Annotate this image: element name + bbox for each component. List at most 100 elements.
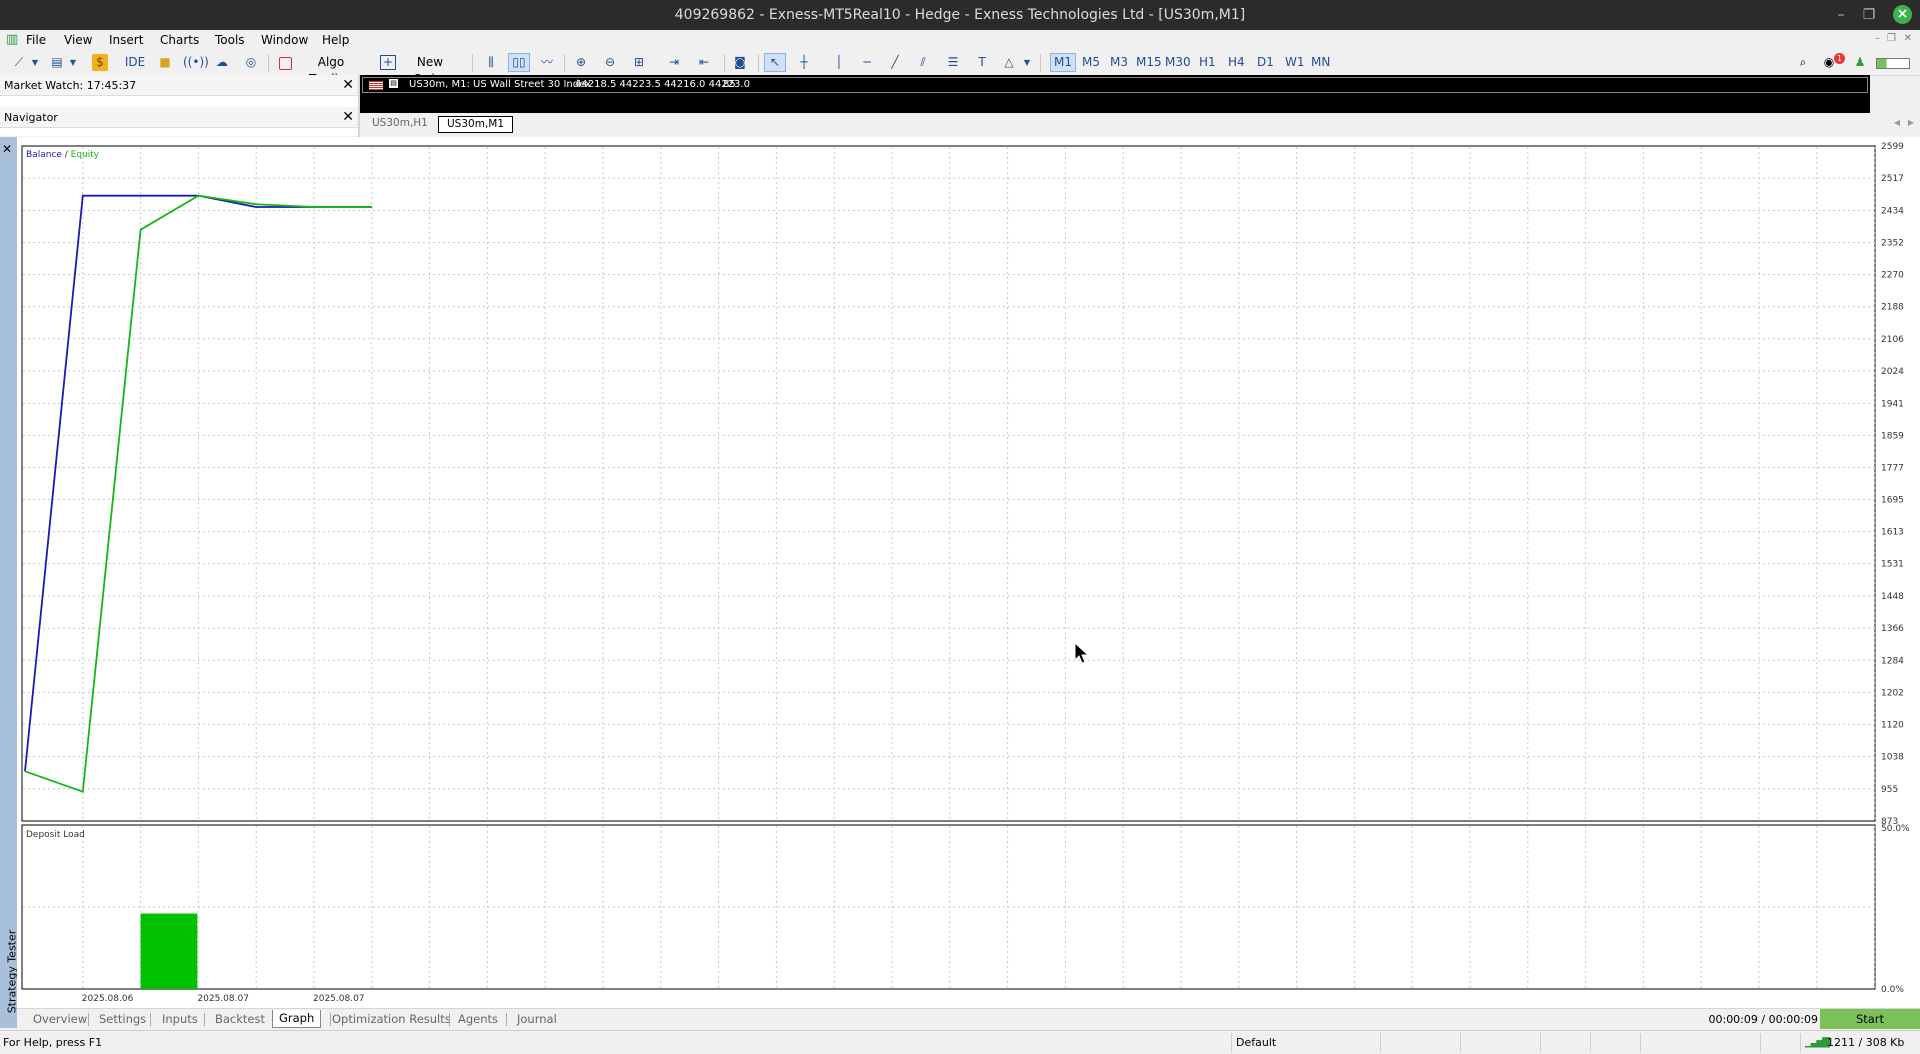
vertical-line-icon[interactable]: │ xyxy=(830,54,848,71)
y-axis-label: 2024 xyxy=(1881,367,1904,377)
mdi-minimize-icon[interactable]: – xyxy=(1875,33,1880,44)
timeframe-mn[interactable]: MN xyxy=(1308,54,1333,71)
zoom-out-icon[interactable]: ⊖ xyxy=(601,54,619,71)
window-title: 409269862 - Exness-MT5Real10 - Hedge - E… xyxy=(674,7,1246,23)
signals-icon[interactable]: ((•)) xyxy=(183,54,209,71)
cloud-icon[interactable]: ☁ xyxy=(213,54,231,71)
menu-help[interactable]: Help xyxy=(322,33,349,47)
menu-charts[interactable]: Charts xyxy=(160,33,199,47)
chevron-down-icon[interactable]: ▼ xyxy=(68,54,78,71)
bar-chart-icon[interactable]: ⫼ xyxy=(482,54,500,71)
mdi-close-icon[interactable]: ✕ xyxy=(1904,33,1912,44)
scroll-left-icon[interactable]: ◀ xyxy=(1894,118,1900,127)
crosshair-icon[interactable]: ┼ xyxy=(795,54,813,71)
profiles-icon[interactable]: ▤ xyxy=(46,54,68,71)
tab-journal[interactable]: Journal xyxy=(517,1012,557,1026)
tab-inputs[interactable]: Inputs xyxy=(162,1012,198,1026)
title-bar: 409269862 - Exness-MT5Real10 - Hedge - E… xyxy=(0,0,1920,30)
tab-settings[interactable]: Settings xyxy=(99,1012,146,1026)
timeframe-h4[interactable]: H4 xyxy=(1225,54,1248,71)
grid-icon[interactable]: ⊞ xyxy=(630,54,648,71)
tab-agents[interactable]: Agents xyxy=(458,1012,498,1026)
menu-bar: ▥ File View Insert Charts Tools Window H… xyxy=(0,30,1920,50)
menu-tools[interactable]: Tools xyxy=(215,33,245,47)
chevron-down-icon[interactable]: ▼ xyxy=(1022,54,1032,71)
algo-trading-button[interactable]: Algo Trading xyxy=(296,54,366,86)
algo-trading-icon[interactable] xyxy=(279,57,292,70)
timeframe-m1[interactable]: M1 xyxy=(1050,53,1076,72)
chart-shift-icon[interactable]: ⇤ xyxy=(693,54,715,71)
x-axis-label: 2025.08.06 xyxy=(82,994,134,1004)
timeframe-w1[interactable]: W1 xyxy=(1282,54,1308,71)
y-axis-label: 1038 xyxy=(1881,752,1904,762)
close-icon[interactable]: × xyxy=(1893,5,1912,24)
autoscroll-icon[interactable]: ⇥ xyxy=(663,54,685,71)
y-axis-label: 1777 xyxy=(1881,463,1904,473)
timeframe-m15[interactable]: M15 xyxy=(1133,54,1165,71)
tab-us30m-m1[interactable]: US30m,M1 xyxy=(438,116,514,133)
text-icon[interactable]: T xyxy=(974,54,990,71)
fibonacci-icon[interactable]: ☰ xyxy=(944,54,962,71)
deposit-load-y-label: 50.0% xyxy=(1881,824,1910,834)
shapes-icon[interactable]: △ xyxy=(1000,54,1018,71)
minimize-icon[interactable]: – xyxy=(1832,6,1850,24)
menu-file[interactable]: File xyxy=(26,33,46,47)
cursor-icon[interactable]: ↖ xyxy=(764,53,786,72)
y-axis-label: 2352 xyxy=(1881,239,1904,249)
new-order-icon[interactable]: + xyxy=(380,55,396,70)
ide-button[interactable]: IDE xyxy=(124,54,146,71)
trendline-icon[interactable]: ╱ xyxy=(886,54,904,71)
tab-overview[interactable]: Overview xyxy=(33,1012,87,1026)
chevron-down-icon[interactable]: ▼ xyxy=(30,54,40,71)
chart-volume: 85 xyxy=(723,79,736,90)
timeframe-m5[interactable]: M5 xyxy=(1079,54,1103,71)
horizontal-line-icon[interactable]: ─ xyxy=(858,54,876,71)
timeframe-h1[interactable]: H1 xyxy=(1196,54,1219,71)
bag-icon[interactable]: ■ xyxy=(157,54,173,71)
deposit-load-title: Deposit Load xyxy=(26,830,85,840)
y-axis-label: 1695 xyxy=(1881,496,1904,506)
channel-icon[interactable]: ⫽ xyxy=(914,54,932,71)
scroll-right-icon[interactable]: ▶ xyxy=(1908,118,1914,127)
menu-view[interactable]: View xyxy=(64,33,92,47)
maximize-icon[interactable]: ❐ xyxy=(1860,6,1878,24)
tab-graph[interactable]: Graph xyxy=(272,1010,322,1028)
mdi-restore-icon[interactable]: ❐ xyxy=(1887,33,1896,44)
close-icon[interactable]: ✕ xyxy=(2,142,12,156)
tab-us30m-h1[interactable]: US30m,H1 xyxy=(364,116,436,131)
x-axis-label: 2025.08.07 xyxy=(313,994,365,1004)
y-axis-label: 1366 xyxy=(1881,624,1904,634)
status-traffic: 1211 / 308 Kb xyxy=(1827,1036,1905,1049)
start-button[interactable]: Start xyxy=(1820,1009,1920,1029)
menu-window[interactable]: Window xyxy=(261,33,308,47)
legend: Balance / Equity xyxy=(26,150,100,160)
tab-optimization-results[interactable]: Optimization Results xyxy=(332,1012,451,1026)
market-icon[interactable]: $ xyxy=(92,54,108,71)
strategy-tester-sidebar: ✕ Strategy Tester xyxy=(0,137,18,1028)
new-order-button[interactable]: New Order xyxy=(400,54,460,86)
candlestick-icon[interactable]: ▯▯ xyxy=(508,53,530,72)
account-icon[interactable]: ♟ xyxy=(1852,54,1868,71)
balance-pane xyxy=(21,145,1876,822)
legend-separator: / xyxy=(62,150,71,160)
market-watch-title: Market Watch: 17:45:37 xyxy=(4,79,137,92)
line-chart-icon[interactable]: 〰 xyxy=(538,54,556,71)
close-icon[interactable]: ✕ xyxy=(342,109,354,125)
signal-strength-icon xyxy=(1876,58,1910,69)
timeframe-m30[interactable]: M30 xyxy=(1162,54,1194,71)
deposit-load-y-label: 0.0% xyxy=(1881,985,1904,995)
search-icon[interactable]: ⌕ xyxy=(1794,54,1812,71)
chart-window[interactable]: ▤ US30m, M1: US Wall Street 30 Index 442… xyxy=(360,75,1870,113)
tester-graph[interactable]: 2599 2517 2434 2352 2270 2188 2106 2024 1941 1859… xyxy=(17,137,1920,1008)
timeframe-d1[interactable]: D1 xyxy=(1254,54,1277,71)
close-icon[interactable]: ✕ xyxy=(342,77,354,93)
new-chart-icon[interactable]: ⟋ xyxy=(8,54,30,71)
zoom-in-icon[interactable]: ⊕ xyxy=(572,54,590,71)
tab-backtest[interactable]: Backtest xyxy=(215,1012,265,1026)
connection-bars-icon: ▁▃▅▇ xyxy=(1805,1037,1830,1048)
menu-insert[interactable]: Insert xyxy=(109,33,143,47)
screenshot-icon[interactable]: ◙ xyxy=(730,54,750,71)
chart-header: ▤ US30m, M1: US Wall Street 30 Index 442… xyxy=(362,77,1868,93)
timeframe-m3[interactable]: M3 xyxy=(1107,54,1131,71)
vps-icon[interactable]: ◎ xyxy=(242,54,260,71)
